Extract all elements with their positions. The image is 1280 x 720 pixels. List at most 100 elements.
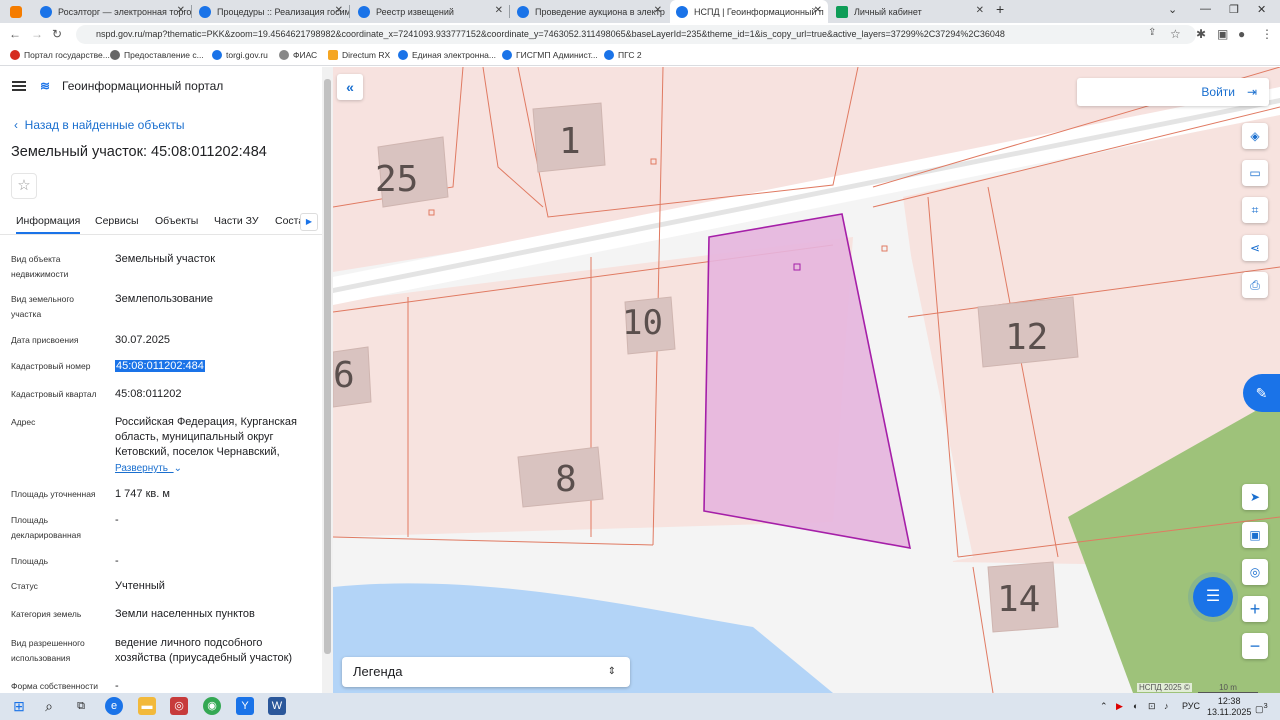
field-value: - <box>115 680 119 692</box>
file-explorer-icon[interactable]: ▬ <box>138 697 156 715</box>
tab-3[interactable]: Реестр извещений ✕ <box>352 0 509 23</box>
volume-icon[interactable]: ♪ <box>1164 701 1169 711</box>
locate-icon[interactable]: ➤ <box>1242 484 1268 510</box>
tab-information[interactable]: Информация <box>16 215 81 234</box>
bookmark-item[interactable]: Портал государстве... <box>10 50 110 60</box>
maximize-icon[interactable]: ❐ <box>1229 3 1239 16</box>
profile-icon[interactable]: ● <box>1238 27 1245 41</box>
bookmark-label: torgi.gov.ru <box>226 50 268 60</box>
help-widget-icon[interactable]: ✎ <box>1243 374 1280 412</box>
panel-scrollbar[interactable] <box>322 67 333 693</box>
close-icon[interactable]: ✕ <box>495 5 503 16</box>
bookmark-item[interactable]: Единая электронна... <box>398 50 496 60</box>
zoom-out-icon[interactable]: − <box>1242 633 1268 659</box>
field-value: - <box>115 555 119 567</box>
app-icon[interactable]: ◎ <box>170 697 188 715</box>
hamburger-menu-icon[interactable] <box>12 81 26 91</box>
language-indicator[interactable]: РУС <box>1182 701 1200 711</box>
bookmark-item[interactable]: torgi.gov.ru <box>212 50 268 60</box>
sidepanel-icon[interactable]: ▣ <box>1217 27 1228 41</box>
tray-app-icon[interactable]: ◐ <box>1133 701 1138 711</box>
scale-bar: 10 m <box>1198 683 1258 693</box>
tab-2[interactable]: Процедуры :: Реализация госим ✕ <box>193 0 349 23</box>
tray-app-icon[interactable]: ▶ <box>1116 701 1123 712</box>
minimize-icon[interactable]: — <box>1200 3 1211 15</box>
tab-active[interactable]: НСПД | Геоинформационный п ✕ <box>670 0 828 23</box>
back-link[interactable]: ‹ Назад в найденные объекты <box>14 118 185 132</box>
geolocation-icon[interactable]: ◎ <box>1242 559 1268 585</box>
close-icon[interactable]: ✕ <box>814 5 822 16</box>
print-icon[interactable]: ⎙ <box>1242 272 1268 298</box>
login-button[interactable]: Войти ⇥ <box>1077 78 1269 106</box>
legend-dropdown[interactable]: Легенда ⇕ <box>342 657 630 687</box>
field-value: Учтенный <box>115 580 165 592</box>
search-icon[interactable]: ⌕ <box>40 697 58 715</box>
notifications-icon[interactable]: ▢3 <box>1255 701 1268 715</box>
back-label: Назад в найденные объекты <box>24 118 185 132</box>
portal-header: ≋ Геоинформационный портал <box>12 79 223 93</box>
building-number: 6 <box>333 355 355 396</box>
word-icon[interactable]: W <box>268 697 286 715</box>
windows-start-icon[interactable]: ⊞ <box>10 697 28 715</box>
site-icon <box>502 50 512 60</box>
network-icon[interactable]: ⊡ <box>1148 701 1156 712</box>
tab-parts[interactable]: Части ЗУ <box>214 215 259 227</box>
scroll-thumb[interactable] <box>324 79 331 654</box>
bookmark-item[interactable]: ГИСГМП Админист... <box>502 50 598 60</box>
tab-6[interactable]: Личный кабинет ✕ <box>830 0 990 23</box>
share-icon[interactable]: ⇪ <box>1148 27 1156 38</box>
yandex-icon[interactable]: Y <box>236 697 254 715</box>
tab-4[interactable]: Проведение аукциона в электр ✕ <box>511 0 668 23</box>
window-close-icon[interactable]: ✕ <box>1257 3 1266 16</box>
site-icon <box>110 50 120 60</box>
edge-icon[interactable]: e <box>105 697 123 715</box>
tab-search-icon[interactable]: ⌄ <box>1168 3 1177 16</box>
share-icon[interactable]: ⋖ <box>1242 235 1268 261</box>
expand-link[interactable]: Развернуть ⌄ <box>115 463 182 474</box>
login-icon: ⇥ <box>1246 85 1257 99</box>
tray-chevron-icon[interactable]: ⌃ <box>1100 701 1108 712</box>
tab-services[interactable]: Сервисы <box>95 215 139 227</box>
bookmark-star-icon[interactable]: ☆ <box>1170 27 1181 41</box>
map-canvas[interactable]: 25 1 10 12 6 8 14 <box>333 67 1280 693</box>
globe-icon <box>517 5 529 18</box>
bookmark-item[interactable]: Предоставление с... <box>110 50 204 60</box>
tab-label: Реестр извещений <box>376 6 454 17</box>
bookmark-item[interactable]: ФИАС <box>279 50 317 60</box>
layers-icon[interactable]: ◈ <box>1242 123 1268 149</box>
building-number: 10 <box>622 303 663 343</box>
bookmark-item[interactable]: Directum RX <box>328 50 390 60</box>
pinned-tab[interactable] <box>4 0 28 23</box>
close-icon[interactable]: ✕ <box>976 5 984 16</box>
tabs-scroll-right-icon[interactable]: ▶ <box>300 213 318 231</box>
close-icon[interactable]: ✕ <box>177 5 185 16</box>
bookmark-item[interactable]: ПГС 2 <box>604 50 642 60</box>
reload-icon[interactable]: ↻ <box>52 27 62 41</box>
map-attribution: НСПД 2025 © <box>1137 683 1192 692</box>
favorite-star-icon[interactable]: ☆ <box>11 173 37 199</box>
minimap-icon[interactable]: ▣ <box>1242 522 1268 548</box>
field-label: Кадастровый номер <box>11 361 91 371</box>
forward-arrow-icon[interactable]: → <box>31 27 43 41</box>
site-icon <box>279 50 289 60</box>
field-label: Категория земель <box>11 609 82 619</box>
select-area-icon[interactable]: ⌗ <box>1242 197 1268 223</box>
task-view-icon[interactable]: ⧉ <box>72 697 90 715</box>
zoom-in-icon[interactable]: + <box>1242 596 1268 622</box>
new-tab-icon[interactable]: + <box>996 1 1004 17</box>
tab-objects[interactable]: Объекты <box>155 215 198 227</box>
close-icon[interactable]: ✕ <box>335 5 343 16</box>
menu-dots-icon[interactable]: ⋮ <box>1261 27 1273 41</box>
back-arrow-icon[interactable]: ← <box>9 27 21 41</box>
cabinet-icon <box>836 5 848 18</box>
address-bar[interactable]: nspd.gov.ru/map?thematic=PKK&zoom=19.456… <box>76 25 1196 44</box>
close-icon[interactable]: ✕ <box>654 5 662 16</box>
collapse-panel-icon[interactable]: « <box>337 74 363 100</box>
clock[interactable]: 12:38 13.11.2025 <box>1207 696 1251 718</box>
extensions-icon[interactable]: ✱ <box>1196 27 1206 41</box>
chat-icon[interactable]: ☰ <box>1193 577 1233 617</box>
cadastral-number-value[interactable]: 45:08:011202:484 <box>115 359 315 374</box>
chrome-icon[interactable]: ◉ <box>203 697 221 715</box>
tab-1[interactable]: Росэлторг — электронная торго ✕ <box>34 0 191 23</box>
ruler-icon[interactable]: ▭ <box>1242 160 1268 186</box>
